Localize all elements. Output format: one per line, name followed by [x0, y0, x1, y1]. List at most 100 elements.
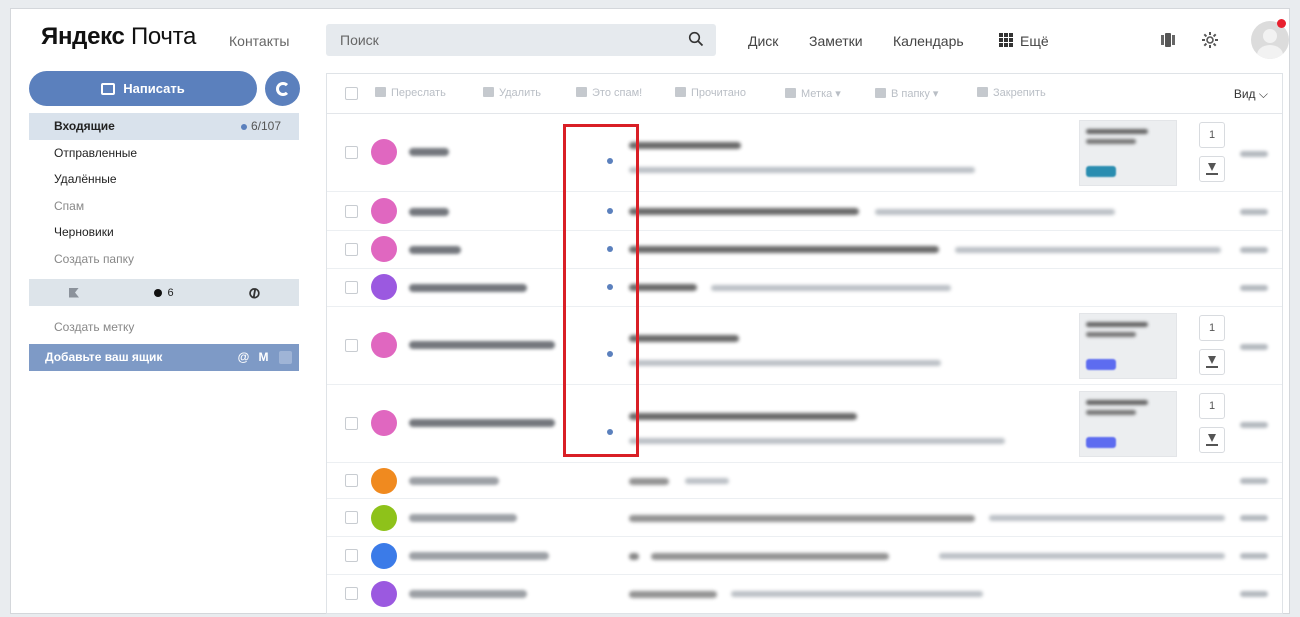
attachment-thumbnail[interactable] — [1079, 120, 1177, 186]
mail-list-panel: Переслать Удалить Это спам! Прочитано Ме… — [326, 73, 1283, 614]
search-icon[interactable] — [688, 31, 704, 47]
attachment-count[interactable]: 1 — [1199, 393, 1225, 419]
message-row[interactable]: 1 — [327, 385, 1282, 463]
sender-avatar — [371, 468, 397, 494]
header: Яндекс Почта Контакты Поиск Диск Заметки… — [11, 9, 1291, 71]
date — [1240, 285, 1268, 291]
row-checkbox[interactable] — [345, 417, 358, 430]
sender-avatar — [371, 543, 397, 569]
select-all-checkbox[interactable] — [345, 87, 358, 100]
gmail-icon: M — [258, 350, 269, 364]
add-mailbox-button[interactable]: Добавьте ваш ящик @ M — [29, 344, 299, 371]
folder-sent[interactable]: Отправленные — [41, 140, 299, 167]
message-row[interactable] — [327, 537, 1282, 575]
sender-name — [409, 590, 527, 598]
message-row[interactable] — [327, 269, 1282, 307]
create-folder-link[interactable]: Создать папку — [41, 246, 299, 273]
sender-name — [409, 477, 499, 485]
row-checkbox[interactable] — [345, 146, 358, 159]
settings-icon[interactable] — [1199, 29, 1221, 51]
folder-drafts[interactable]: Черновики — [41, 219, 299, 246]
attachment-count[interactable]: 1 — [1199, 315, 1225, 341]
nav-calendar[interactable]: Календарь — [893, 33, 964, 49]
nav-disk[interactable]: Диск — [748, 33, 778, 49]
row-checkbox[interactable] — [345, 339, 358, 352]
filter-important[interactable] — [29, 279, 119, 306]
download-icon[interactable] — [1199, 427, 1225, 453]
attachment-thumbnail[interactable] — [1079, 313, 1177, 379]
download-icon[interactable] — [1199, 156, 1225, 182]
unread-counter: 6/107 — [240, 113, 281, 139]
sender-avatar — [371, 274, 397, 300]
sender-name — [409, 208, 449, 216]
message-row[interactable]: 1 — [327, 307, 1282, 385]
envelope-icon — [675, 87, 686, 97]
mark-read-button[interactable]: Прочитано — [675, 87, 746, 99]
subject — [629, 246, 939, 253]
folder-deleted[interactable]: Удалённые — [41, 166, 299, 193]
message-row[interactable] — [327, 575, 1282, 613]
row-checkbox[interactable] — [345, 587, 358, 600]
subject — [629, 208, 859, 215]
phone-icon[interactable] — [1157, 29, 1179, 51]
row-checkbox[interactable] — [345, 474, 358, 487]
attachment-count[interactable]: 1 — [1199, 122, 1225, 148]
forward-button[interactable]: Переслать — [375, 87, 446, 99]
quick-filters: 6 ⊘ — [29, 279, 299, 306]
reply-icon — [629, 553, 639, 560]
grid-icon[interactable] — [999, 33, 1013, 47]
at-icon: @ — [237, 350, 250, 364]
sender-avatar — [371, 198, 397, 224]
pen-icon — [101, 82, 116, 95]
message-row[interactable]: 1 — [327, 114, 1282, 192]
message-row[interactable] — [327, 463, 1282, 499]
sender-name — [409, 419, 555, 427]
preview — [939, 553, 1225, 559]
message-row[interactable] — [327, 192, 1282, 231]
message-row[interactable] — [327, 499, 1282, 537]
contacts-link[interactable]: Контакты — [229, 33, 289, 49]
sender-avatar — [371, 581, 397, 607]
view-dropdown[interactable]: Вид ⌵ — [1234, 87, 1268, 102]
sender-name — [409, 341, 555, 349]
subject — [629, 591, 717, 598]
folder-icon — [875, 88, 886, 98]
date — [1240, 515, 1268, 521]
row-checkbox[interactable] — [345, 281, 358, 294]
search-input[interactable]: Поиск — [326, 24, 716, 56]
notification-dot — [1277, 19, 1286, 28]
row-checkbox[interactable] — [345, 205, 358, 218]
mail-app-window: Яндекс Почта Контакты Поиск Диск Заметки… — [10, 8, 1290, 614]
filter-attachments[interactable]: ⊘ — [209, 279, 299, 306]
compose-button[interactable]: Написать — [29, 71, 257, 106]
nav-notes[interactable]: Заметки — [809, 33, 863, 49]
row-checkbox[interactable] — [345, 549, 358, 562]
create-label-link[interactable]: Создать метку — [54, 320, 134, 334]
move-to-folder-button[interactable]: В папку ▾ — [875, 87, 938, 100]
folder-spam[interactable]: Спам — [41, 193, 299, 220]
folder-inbox[interactable]: Входящие 6/107 — [29, 113, 299, 140]
label-button[interactable]: Метка ▾ — [785, 87, 841, 100]
attachment-thumbnail[interactable] — [1079, 391, 1177, 457]
download-icon[interactable] — [1199, 349, 1225, 375]
message-row[interactable] — [327, 231, 1282, 269]
refresh-icon — [275, 81, 290, 96]
sender-avatar — [371, 236, 397, 262]
sender-name — [409, 284, 527, 292]
flag-icon — [69, 287, 79, 298]
filter-unread[interactable]: 6 — [119, 279, 209, 306]
refresh-button[interactable] — [265, 71, 300, 106]
pin-button[interactable]: Закрепить — [977, 87, 1046, 99]
spam-button[interactable]: Это спам! — [576, 87, 642, 99]
subject — [629, 284, 697, 291]
highlight-frame — [563, 124, 639, 457]
search-placeholder: Поиск — [340, 32, 379, 48]
nav-more[interactable]: Ещё — [1020, 33, 1049, 49]
preview — [955, 247, 1221, 253]
subject — [629, 478, 669, 485]
row-checkbox[interactable] — [345, 511, 358, 524]
delete-button[interactable]: Удалить — [483, 87, 541, 99]
row-checkbox[interactable] — [345, 243, 358, 256]
sender-name — [409, 552, 549, 560]
logo[interactable]: Яндекс Почта — [41, 23, 196, 51]
